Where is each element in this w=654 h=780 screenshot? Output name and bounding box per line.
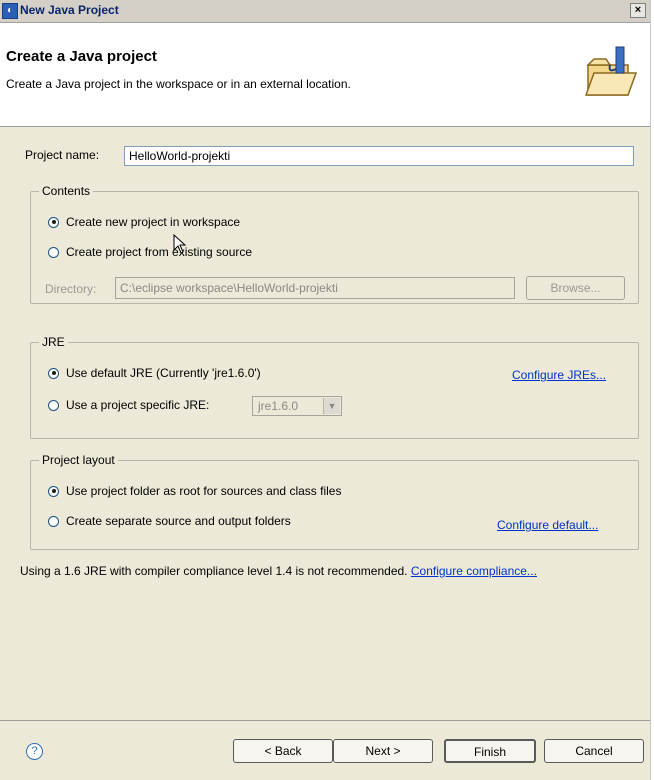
create-in-workspace-radio[interactable]: Create new project in workspace xyxy=(48,215,240,229)
project-name-input[interactable] xyxy=(124,146,634,166)
separate-folders-radio[interactable]: Create separate source and output folder… xyxy=(48,514,291,528)
eclipse-icon: ◐ xyxy=(2,3,18,19)
directory-input[interactable]: C:\eclipse workspace\HelloWorld-projekti xyxy=(115,277,515,299)
radio-indicator xyxy=(48,399,59,411)
directory-label: Directory: xyxy=(45,282,97,296)
page-title: Create a Java project xyxy=(6,48,157,65)
use-default-jre-label: Use default JRE (Currently 'jre1.6.0') xyxy=(66,366,261,380)
use-specific-jre-radio[interactable]: Use a project specific JRE: xyxy=(48,398,209,412)
finish-button[interactable]: Finish xyxy=(444,739,536,763)
help-icon[interactable]: ? xyxy=(26,743,43,760)
use-project-folder-radio[interactable]: Use project folder as root for sources a… xyxy=(48,484,341,498)
page-description: Create a Java project in the workspace o… xyxy=(6,77,351,91)
browse-button[interactable]: Browse... xyxy=(526,276,625,300)
title-bar: ◐ New Java Project × xyxy=(0,0,650,23)
cancel-button[interactable]: Cancel xyxy=(544,739,644,763)
separate-folders-label: Create separate source and output folder… xyxy=(66,514,291,528)
java-project-folder-icon xyxy=(584,46,638,96)
radio-indicator xyxy=(48,367,59,379)
new-java-project-dialog: ◐ New Java Project × Create a Java proje… xyxy=(0,0,651,780)
project-name-label: Project name: xyxy=(25,148,100,162)
radio-indicator xyxy=(48,216,59,228)
radio-indicator xyxy=(48,485,59,497)
use-specific-jre-label: Use a project specific JRE: xyxy=(66,398,210,412)
jre-select-value: jre1.6.0 xyxy=(258,399,299,413)
close-button[interactable]: × xyxy=(630,3,646,18)
jre-group-label: JRE xyxy=(39,335,68,349)
jre-group: JRE xyxy=(30,335,639,439)
next-button[interactable]: Next > xyxy=(333,739,433,763)
create-in-workspace-label: Create new project in workspace xyxy=(66,215,241,229)
back-button[interactable]: < Back xyxy=(233,739,333,763)
project-layout-group: Project layout xyxy=(30,453,639,550)
jre-select[interactable]: jre1.6.0 ▼ xyxy=(252,396,342,416)
configure-jres-link[interactable]: Configure JREs... xyxy=(512,368,606,382)
configure-compliance-link[interactable]: Configure compliance... xyxy=(411,564,537,578)
create-from-existing-radio[interactable]: Create project from existing source xyxy=(48,245,252,259)
window-title: New Java Project xyxy=(20,3,119,17)
project-layout-group-label: Project layout xyxy=(39,453,118,467)
use-project-folder-label: Use project folder as root for sources a… xyxy=(66,484,342,498)
radio-indicator xyxy=(48,246,59,258)
compliance-notice-text: Using a 1.6 JRE with compiler compliance… xyxy=(20,564,408,578)
create-from-existing-label: Create project from existing source xyxy=(66,245,253,259)
configure-default-link[interactable]: Configure default... xyxy=(497,518,598,532)
contents-group-label: Contents xyxy=(39,184,94,198)
radio-indicator xyxy=(48,515,59,527)
compliance-notice: Using a 1.6 JRE with compiler compliance… xyxy=(20,564,537,578)
use-default-jre-radio[interactable]: Use default JRE (Currently 'jre1.6.0') xyxy=(48,366,261,380)
footer-separator xyxy=(0,720,650,721)
chevron-down-icon: ▼ xyxy=(323,398,340,414)
wizard-banner: Create a Java project Create a Java proj… xyxy=(0,23,650,127)
mouse-pointer-icon xyxy=(173,234,187,254)
